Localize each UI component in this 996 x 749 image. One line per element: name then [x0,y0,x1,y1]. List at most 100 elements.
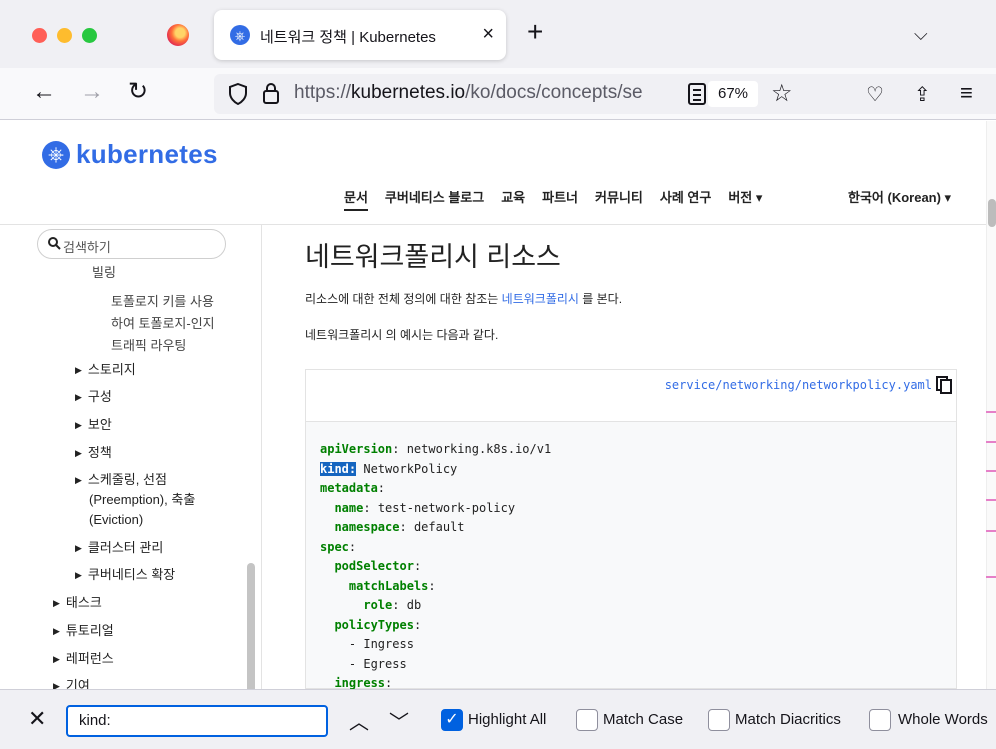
sidebar-item[interactable]: ▶ 스토리지 [75,360,136,380]
expand-caret-icon[interactable]: ▶ [75,570,82,580]
sidebar-item-label: 튜토리얼 [65,623,114,638]
tab-list-chevron-icon[interactable]: ⌵ [914,24,928,45]
top-nav-item[interactable]: 쿠버네티스 블로그 [385,187,484,211]
sidebar-scrollbar[interactable] [247,563,255,689]
find-option-checkbox[interactable] [869,709,891,731]
sidebar-item[interactable]: ▶ 구성 [75,387,112,407]
example-paragraph: 네트워크폴리시 의 예시는 다음과 같다. [305,328,499,342]
language-selector[interactable]: 한국어 (Korean) ▾ [848,187,951,206]
tab-close-icon[interactable]: × [482,22,494,46]
close-window-button[interactable] [32,28,47,43]
sidebar-item[interactable]: ▶ 스케줄링, 선점 [75,470,167,490]
sidebar-item[interactable]: ▶ 레퍼런스 [53,649,114,669]
zoom-window-button[interactable] [82,28,97,43]
url-text[interactable]: https://kubernetes.io/ko/docs/concepts/s… [294,82,678,104]
find-match-marker [986,576,996,578]
yaml-key: metadata [320,481,378,495]
back-arrow-icon[interactable]: ← [32,78,56,106]
yaml-value: test-network-policy [370,500,516,515]
new-tab-button[interactable]: + [527,18,543,46]
page-scrollbar-thumb[interactable] [988,199,996,227]
code-line: policyTypes: [334,617,422,632]
copy-icon[interactable] [936,376,952,394]
top-nav-item[interactable]: 문서 [344,187,368,211]
tab-kubernetes[interactable]: ⎈ 네트워크 정책 | Kubernetes × [214,10,506,60]
sidebar-item-label: 스케줄링, 선점 [87,472,167,487]
forward-arrow-icon[interactable]: → [80,78,104,106]
code-filename-link[interactable]: service/networking/networkpolicy.yaml [665,378,932,392]
expand-caret-icon[interactable]: ▶ [75,448,82,458]
sidebar-item[interactable]: ▶ 쿠버네티스 확장 [75,565,175,585]
expand-caret-icon[interactable]: ▶ [75,420,82,430]
zoom-level-button[interactable]: 67% [708,81,758,107]
expand-caret-icon[interactable]: ▶ [53,681,60,689]
tab-title: 네트워크 정책 | Kubernetes [260,29,436,46]
find-option-label[interactable]: Whole Words [898,711,988,728]
find-match-marker [986,530,996,532]
sidebar-item-label: 구성 [87,389,112,404]
top-nav-item[interactable]: 사례 연구 [660,187,711,211]
find-option-label[interactable]: Match Case [603,711,683,728]
yaml-value: NetworkPolicy [356,461,458,476]
kubernetes-logo-icon[interactable]: ⎈ [42,141,70,169]
top-nav-item[interactable]: 파트너 [542,187,578,211]
sidebar-link[interactable]: 빌링 [92,263,116,283]
expand-caret-icon[interactable]: ▶ [75,365,82,375]
page-title: 네트워크폴리시 리소스 [305,242,561,272]
sidebar-item[interactable]: (Eviction) [89,510,143,530]
top-nav-item[interactable]: 버전 ▾ [728,187,762,211]
find-option-checkbox[interactable]: ✓ [441,709,463,731]
close-find-bar-icon[interactable]: ✕ [28,706,46,732]
pocket-icon[interactable]: ♡ [866,82,884,107]
yaml-key: spec [320,539,349,554]
networkpolicy-link[interactable]: 네트워크폴리시 [502,292,579,306]
search-icon [48,237,61,250]
tracking-protection-shield-icon[interactable] [228,83,248,105]
find-highlight: kind: [320,461,357,476]
code-line: - Egress [320,655,551,675]
top-nav-item[interactable]: 커뮤니티 [595,187,643,211]
find-option-label[interactable]: Highlight All [468,711,546,728]
yaml-code: apiVersion: networking.k8s.io/v1 kind: Ne… [320,440,551,689]
sidebar-item[interactable]: ▶ 태스크 [53,593,102,613]
lock-icon[interactable] [262,82,280,104]
sidebar-item[interactable]: (Preemption), 축출 [89,490,195,510]
expand-caret-icon[interactable]: ▶ [75,543,82,553]
sidebar-item[interactable]: ▶ 기여 [53,676,90,689]
sidebar-link[interactable]: 트래픽 라우팅 [111,336,186,356]
sidebar-link[interactable]: 토폴로지 키를 사용 [111,292,214,312]
top-nav-item[interactable]: 교육 [501,187,525,211]
yaml-key: podSelector [334,559,414,573]
find-option-checkbox[interactable] [576,709,598,731]
find-input[interactable]: kind: [66,705,328,737]
find-option-checkbox[interactable] [708,709,730,731]
sidebar-search-input[interactable]: 검색하기 [37,229,226,259]
minimize-window-button[interactable] [57,28,72,43]
url-bar[interactable]: https://kubernetes.io/ko/docs/concepts/s… [214,74,996,114]
sidebar-item[interactable]: ▶ 정책 [75,443,112,463]
find-option-label[interactable]: Match Diacritics [735,711,841,728]
code-block: service/networking/networkpolicy.yaml ap… [305,369,957,689]
share-icon[interactable]: ⇪ [914,82,931,107]
reference-paragraph: 리소스에 대한 전체 정의에 대한 참조는 네트워크폴리시 를 본다. [305,292,623,306]
find-next-chevron-icon[interactable]: ﹀ [389,706,409,735]
bookmark-star-icon[interactable]: ☆ [771,79,793,108]
expand-caret-icon[interactable]: ▶ [75,475,82,485]
yaml-key: namespace [334,520,400,534]
sidebar-link[interactable]: 하여 토폴로지-인지 [111,314,215,334]
kubernetes-favicon-icon: ⎈ [230,25,250,45]
reload-icon[interactable]: ↻ [128,78,148,106]
site-brand[interactable]: kubernetes [76,139,218,170]
sidebar-item-label: (Preemption), 축출 [89,492,196,507]
sidebar-item[interactable]: ▶ 클러스터 관리 [75,538,163,558]
expand-caret-icon[interactable]: ▶ [53,654,60,664]
expand-caret-icon[interactable]: ▶ [75,392,82,402]
reader-view-icon[interactable] [688,83,706,105]
sidebar-item-label: 클러스터 관리 [87,540,164,555]
sidebar-item[interactable]: ▶ 보안 [75,415,112,435]
find-previous-chevron-icon[interactable]: ︿ [349,706,369,735]
sidebar-item[interactable]: ▶ 튜토리얼 [53,621,114,641]
expand-caret-icon[interactable]: ▶ [53,598,60,608]
expand-caret-icon[interactable]: ▶ [53,626,60,636]
hamburger-menu-icon[interactable]: ≡ [960,80,973,106]
